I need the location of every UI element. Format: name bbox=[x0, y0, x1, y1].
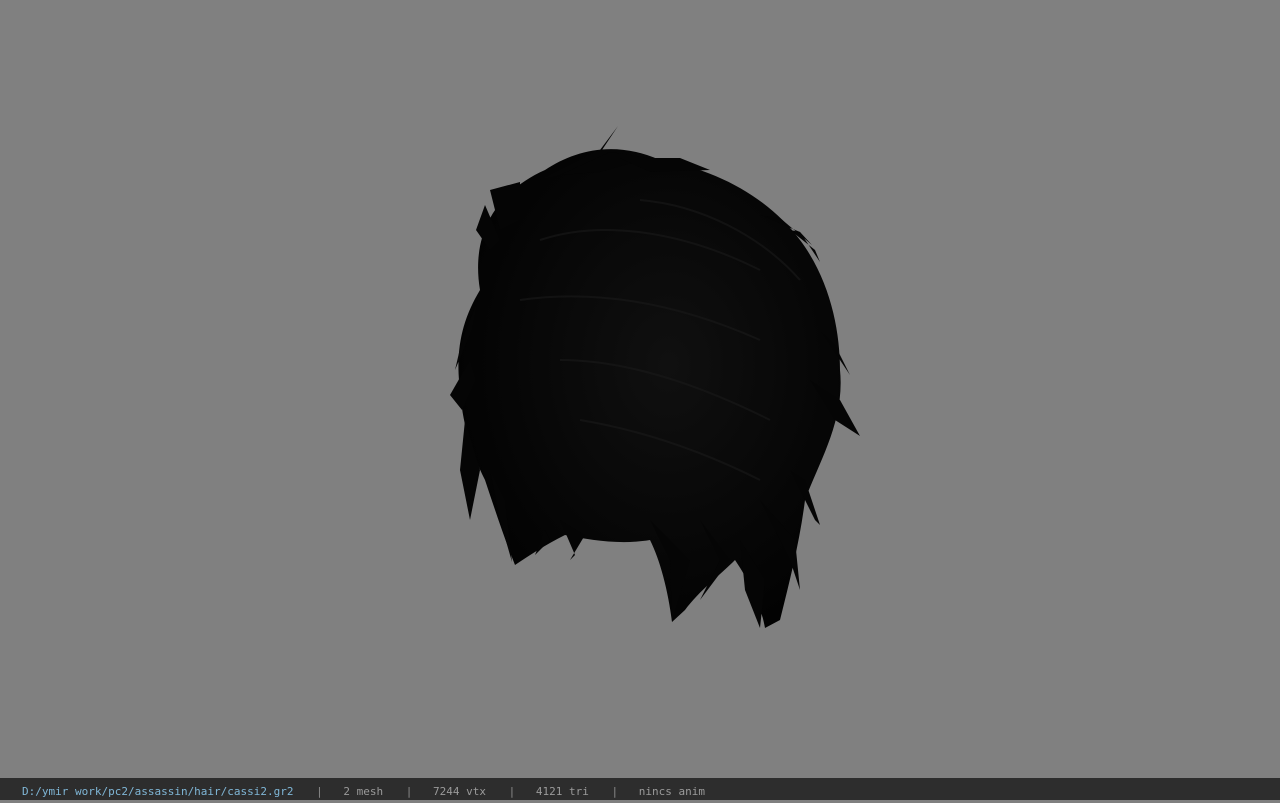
hair-model-render[interactable] bbox=[0, 0, 1280, 778]
3d-viewport[interactable] bbox=[0, 0, 1280, 778]
status-bar: D:/ymir work/pc2/assassin/hair/cassi2.gr… bbox=[0, 778, 1280, 800]
